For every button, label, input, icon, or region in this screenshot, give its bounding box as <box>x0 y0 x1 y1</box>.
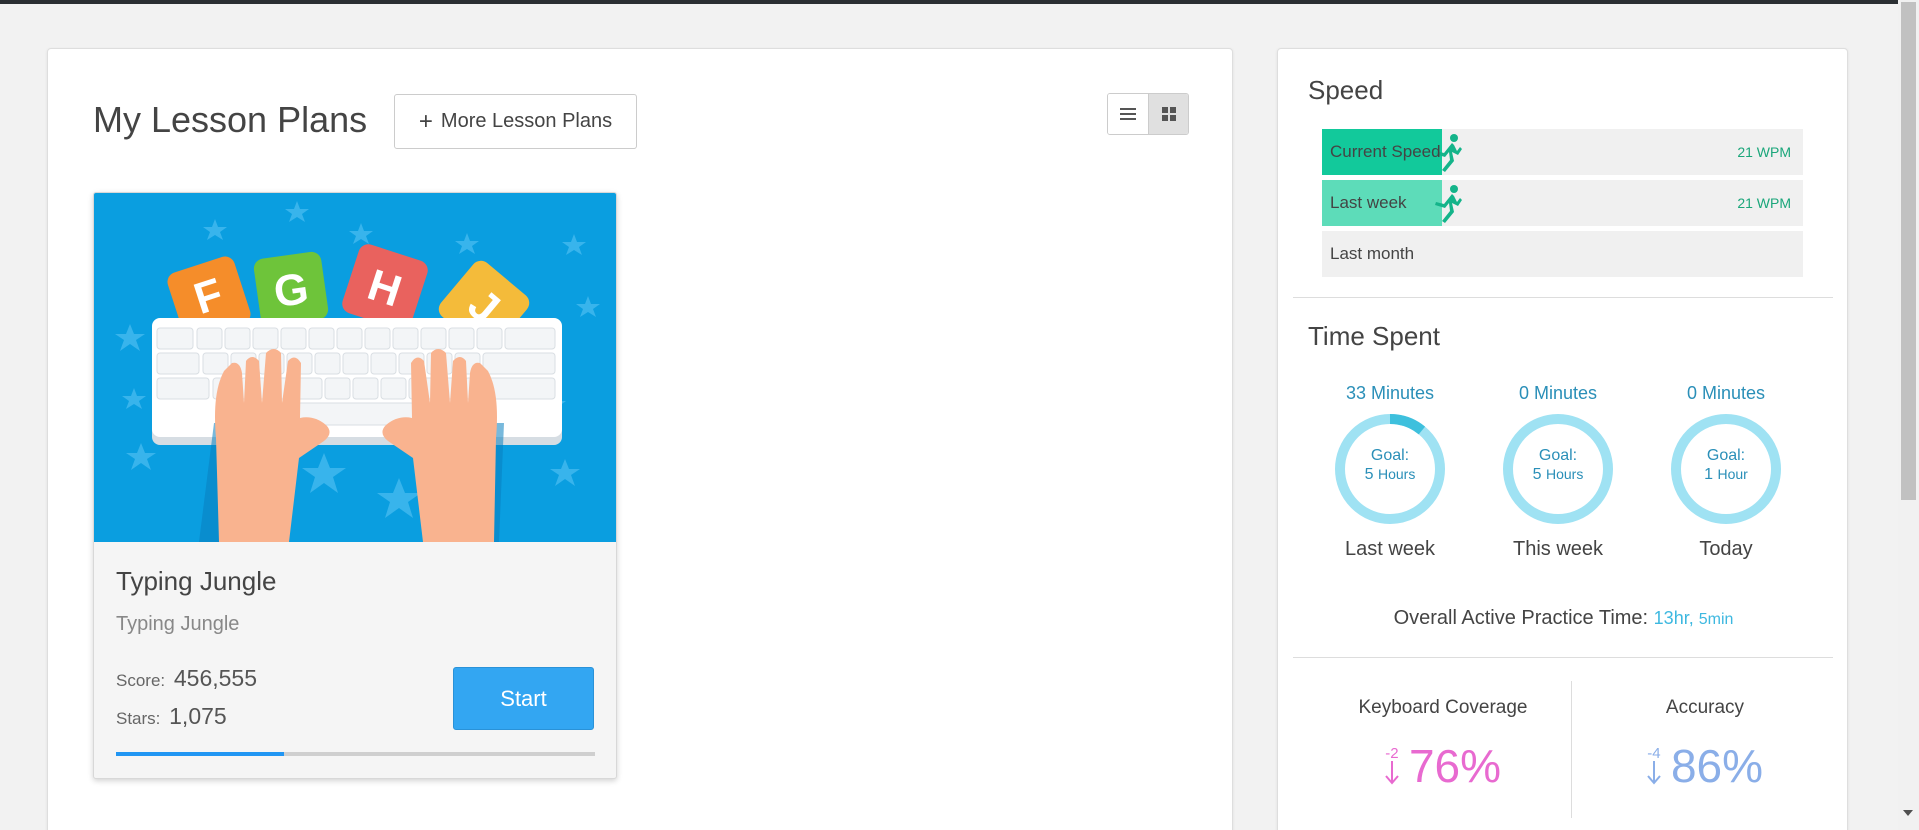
page-scrollbar[interactable] <box>1898 0 1919 830</box>
plus-icon: + <box>418 107 433 135</box>
accuracy-metric: Accuracy -4 86% <box>1575 697 1835 793</box>
list-view-icon <box>1120 108 1136 120</box>
goal-label: Goal: <box>1538 447 1578 464</box>
ring-goal: Goal: 5 Hours <box>1333 446 1447 484</box>
delta-value: -2 <box>1385 745 1399 762</box>
speed-row-current: Current Speed 21 WPM <box>1322 129 1803 175</box>
goal-number: 5 <box>1532 466 1542 483</box>
delta-value: -4 <box>1647 745 1661 762</box>
stats-panel: Speed Current Speed 21 WPM Last week 21 … <box>1277 48 1848 830</box>
lesson-plans-panel: My Lesson Plans + More Lesson Plans F G … <box>47 48 1233 830</box>
grid-view-icon <box>1161 107 1176 121</box>
lesson-progress-bar <box>116 752 595 756</box>
goal-label: Goal: <box>1706 447 1746 464</box>
speed-label-last-week: Last week <box>1330 193 1407 212</box>
time-spent-title: Time Spent <box>1308 321 1440 351</box>
goal-unit: Hours <box>1378 466 1416 482</box>
keyboard-coverage-metric: Keyboard Coverage -2 76% <box>1313 697 1573 793</box>
more-lesson-plans-button[interactable]: + More Lesson Plans <box>394 94 637 149</box>
speed-label-last-month: Last month <box>1330 244 1415 263</box>
accuracy-value: 86% <box>1670 740 1764 792</box>
keyboard-coverage-value: 76% <box>1408 740 1502 792</box>
overall-hours: 13hr, <box>1653 608 1694 628</box>
ring-minutes: 0 Minutes <box>1686 383 1766 403</box>
ring-minutes: 0 Minutes <box>1518 383 1598 403</box>
ring-minutes: 33 Minutes <box>1345 383 1435 403</box>
score-field: Score: 456,555 <box>116 665 257 692</box>
stars-label: Stars: <box>116 709 161 728</box>
section-divider <box>1293 297 1833 298</box>
overall-practice-time: Overall Active Practice Time: 13hr, 5min <box>1278 607 1849 630</box>
ring-goal: Goal: 5 Hours <box>1501 446 1615 484</box>
view-toggle <box>1107 93 1189 135</box>
section-divider <box>1293 657 1833 658</box>
ring-goal: Goal: 1 Hour <box>1669 446 1783 484</box>
speed-title: Speed <box>1308 75 1384 105</box>
speed-row-last-month: Last month <box>1322 231 1803 277</box>
goal-unit: Hour <box>1717 466 1748 482</box>
speed-value-current: 21 WPM <box>1737 144 1791 160</box>
time-ring-last-week: 33 Minutes Goal: 5 Hours Last week <box>1310 383 1470 561</box>
lesson-card[interactable]: F G H J Typing Jungle Typing Jungle Scor… <box>93 192 617 779</box>
scroll-down-arrow-icon[interactable] <box>1903 810 1913 816</box>
arrow-down-icon <box>1647 761 1661 785</box>
speed-value-last-week: 21 WPM <box>1737 195 1791 211</box>
goal-number: 5 <box>1364 466 1374 483</box>
list-view-button[interactable] <box>1108 94 1148 134</box>
accuracy-label: Accuracy <box>1665 697 1745 718</box>
overall-minutes: 5min <box>1698 611 1734 628</box>
grid-view-button[interactable] <box>1148 94 1188 134</box>
accuracy-delta: -4 <box>1647 745 1661 785</box>
letter-g: G <box>271 264 312 317</box>
page-title: My Lesson Plans <box>93 99 368 140</box>
lesson-card-title: Typing Jungle <box>116 566 277 596</box>
goal-unit: Hours <box>1546 466 1584 482</box>
stars-field: Stars: 1,075 <box>116 703 227 730</box>
goal-number: 1 <box>1704 466 1714 483</box>
lesson-card-image: F G H J <box>94 193 616 542</box>
score-value: 456,555 <box>173 665 258 691</box>
keyboard-coverage-label: Keyboard Coverage <box>1358 697 1528 718</box>
keyboard-coverage-delta: -2 <box>1385 745 1399 785</box>
top-bar <box>0 0 1898 4</box>
ring-period: Today <box>1699 538 1753 560</box>
scrollbar-thumb[interactable] <box>1901 2 1916 500</box>
speed-row-last-week: Last week 21 WPM <box>1322 180 1803 226</box>
runner-icon <box>1435 185 1463 223</box>
typing-keyboard-illustration: F G H J <box>115 201 600 542</box>
lesson-card-subtitle: Typing Jungle <box>116 613 240 635</box>
lesson-progress-fill <box>116 752 284 756</box>
goal-label: Goal: <box>1370 447 1410 464</box>
more-lesson-plans-label: More Lesson Plans <box>440 110 613 132</box>
overall-label: Overall Active Practice Time: <box>1393 607 1649 629</box>
arrow-down-icon <box>1385 761 1399 785</box>
time-ring-this-week: 0 Minutes Goal: 5 Hours This week <box>1478 383 1638 561</box>
ring-period: Last week <box>1344 538 1436 560</box>
stars-value: 1,075 <box>169 703 227 729</box>
time-ring-today: 0 Minutes Goal: 1 Hour Today <box>1646 383 1806 561</box>
ring-period: This week <box>1512 538 1604 560</box>
score-label: Score: <box>116 671 166 690</box>
start-button[interactable]: Start <box>453 667 594 730</box>
speed-label-current: Current Speed <box>1330 142 1441 161</box>
